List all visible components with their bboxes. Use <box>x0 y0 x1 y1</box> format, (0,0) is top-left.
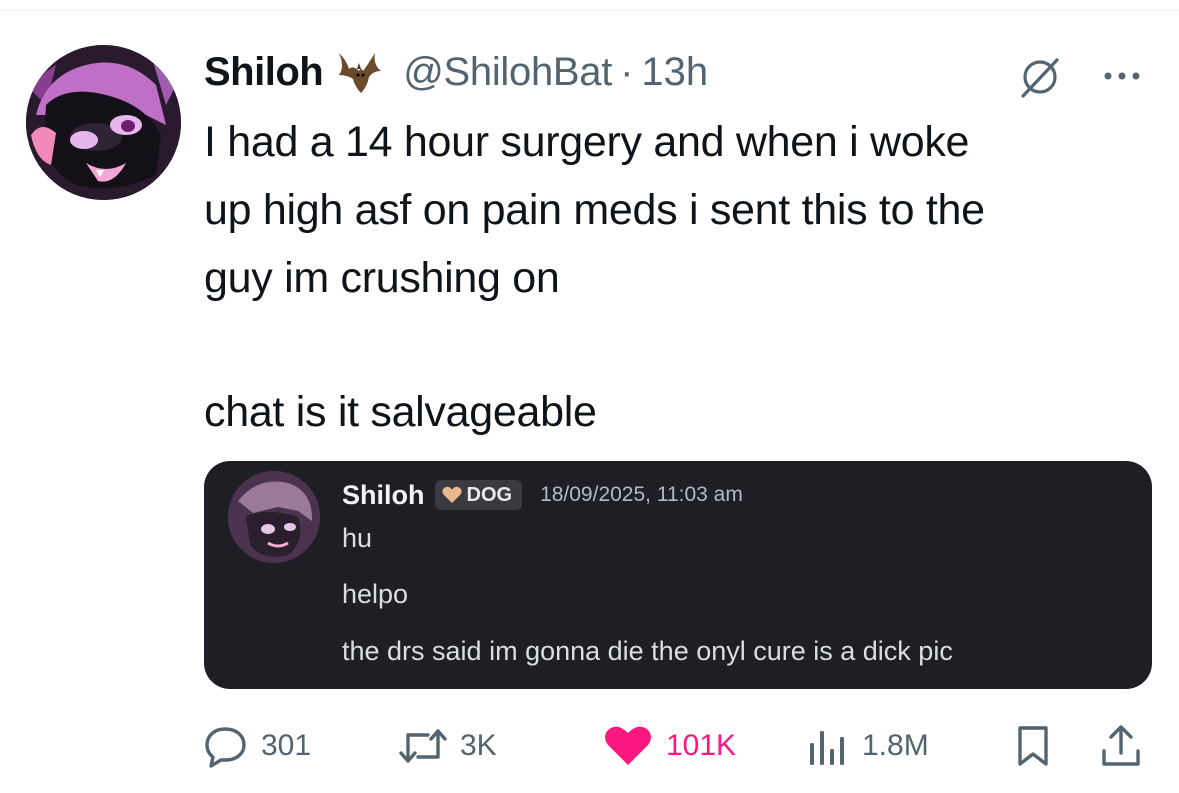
repost-button[interactable]: 3K <box>398 718 497 774</box>
embed-avatar <box>228 471 320 563</box>
embed-header: Shiloh DOG 18/09/2025, 11:03 am <box>342 475 743 515</box>
top-divider <box>0 10 1179 11</box>
embed-message: hu <box>342 523 373 553</box>
view-count: 1.8M <box>862 729 929 762</box>
views-button[interactable]: 1.8M <box>804 718 929 774</box>
display-name[interactable]: Shiloh <box>204 50 324 95</box>
avatar[interactable] <box>26 45 181 200</box>
like-button[interactable]: 101K <box>602 718 736 774</box>
bookmark-icon <box>1018 726 1048 766</box>
repost-icon <box>399 729 447 763</box>
tweet-text-line: I had a 14 hour surgery and when i woke <box>204 118 970 166</box>
server-tag: DOG <box>434 480 523 510</box>
like-count: 101K <box>666 729 737 762</box>
reply-count: 301 <box>261 729 312 762</box>
tweet-text-line: up high asf on pain meds i sent this to … <box>204 186 985 234</box>
reply-icon <box>205 727 246 768</box>
server-tag-label: DOG <box>466 483 513 506</box>
attached-image[interactable]: Shiloh DOG 18/09/2025, 11:03 am hu helpo… <box>204 461 1152 689</box>
bat-emoji-icon <box>333 47 389 97</box>
reply-button[interactable]: 301 <box>203 718 311 774</box>
more-options-icon[interactable] <box>1098 52 1146 100</box>
tweet-time[interactable]: 13h <box>641 50 708 95</box>
tweet-text-line: chat is it salvageable <box>204 388 597 436</box>
tweet-text: I had a 14 hour surgery and when i woke … <box>204 108 1164 446</box>
share-button[interactable] <box>1098 718 1144 774</box>
embed-timestamp: 18/09/2025, 11:03 am <box>540 483 743 506</box>
embed-message: the drs said im gonna die the onyl cure … <box>342 636 953 666</box>
tweet-text-line: guy im crushing on <box>204 254 560 302</box>
tweet-header: Shiloh @ShilohBat · 13h <box>204 44 708 100</box>
separator-dot: · <box>620 49 634 94</box>
action-bar: 301 3K 101K 1.8M <box>0 718 1179 774</box>
bookmark-button[interactable] <box>1013 718 1053 774</box>
embed-message: helpo <box>342 579 409 609</box>
heart-icon <box>605 726 651 765</box>
user-handle[interactable]: @ShilohBat <box>403 50 612 95</box>
heart-icon <box>441 486 462 503</box>
share-icon <box>1102 725 1140 766</box>
embed-username: Shiloh <box>342 479 425 510</box>
repost-count: 3K <box>460 729 497 762</box>
analytics-icon <box>810 731 844 765</box>
grok-icon[interactable] <box>1017 52 1065 100</box>
